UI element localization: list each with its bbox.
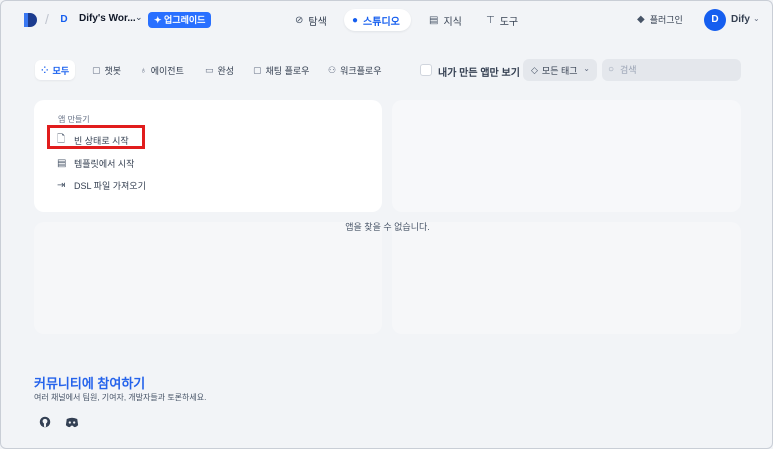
tag-select[interactable]: ◇ 모든 태그 ⌄	[523, 59, 597, 81]
chevron-down-icon[interactable]: ⌄	[753, 14, 760, 23]
agent-icon: ♁	[140, 65, 147, 75]
tab-chatflow-label: 채팅 플로우	[265, 65, 310, 76]
breadcrumb-separator: /	[45, 11, 49, 27]
tab-chatbot-label: 챗봇	[104, 65, 122, 76]
hammer-icon: ⊤	[486, 14, 495, 26]
workspace-name[interactable]: Dify's Wor...	[79, 13, 136, 24]
user-name[interactable]: Dify	[731, 14, 750, 25]
nav-explore[interactable]: ⊘ 탐색	[287, 9, 335, 31]
user-avatar[interactable]: D	[704, 9, 726, 31]
github-icon[interactable]	[39, 416, 51, 428]
import-dsl-label: DSL 파일 가져오기	[74, 181, 146, 191]
tab-chatflow[interactable]: ▢ 채팅 플로우	[247, 60, 315, 80]
top-header: / D Dify's Wor... ⌄ ✦ 업그레이드 ⊘ 탐색 ● 스튜디오 …	[1, 1, 772, 39]
template-icon: ▤	[57, 158, 67, 169]
plugins-button[interactable]: ◆ 플러그인	[637, 13, 683, 26]
tab-agent[interactable]: ♁ 에이전트	[134, 60, 190, 80]
book-icon: ▤	[429, 14, 439, 26]
create-app-title: 앱 만들기	[58, 115, 90, 124]
tab-workflow-label: 워크플로우	[340, 65, 382, 76]
tab-all-label: 모두	[52, 65, 70, 76]
discord-icon[interactable]	[65, 417, 79, 428]
nav-knowledge-label: 지식	[443, 16, 462, 28]
workflow-icon: ⚇	[328, 64, 337, 75]
sparkle-icon: ✦	[154, 15, 165, 25]
search-input[interactable]	[602, 59, 741, 81]
community-description: 여러 채널에서 팀원, 기여자, 개발자들과 토론하세요.	[34, 393, 207, 402]
tab-completion[interactable]: ▭ 완성	[199, 60, 240, 80]
app-frame: / D Dify's Wor... ⌄ ✦ 업그레이드 ⊘ 탐색 ● 스튜디오 …	[0, 0, 773, 449]
nav-knowledge[interactable]: ▤ 지식	[421, 9, 470, 31]
cube-icon: ◆	[637, 14, 645, 25]
chevron-down-icon: ⌄	[583, 64, 590, 73]
chatflow-icon: ▢	[253, 64, 262, 75]
tag-select-label: 모든 태그	[541, 65, 578, 76]
nav-studio-label: 스튜디오	[363, 16, 400, 28]
tab-agent-label: 에이전트	[150, 65, 184, 76]
empty-state-text: 앱을 찾을 수 없습니다.	[345, 222, 430, 232]
community-title: 커뮤니티에 참여하기	[34, 376, 146, 391]
tab-all[interactable]: ⁘ 모두	[35, 60, 76, 80]
workspace-avatar[interactable]: D	[57, 13, 71, 27]
placeholder-card	[34, 222, 382, 334]
upgrade-label: 업그레이드	[164, 15, 206, 25]
tab-workflow[interactable]: ⚇ 워크플로우	[322, 60, 387, 80]
nav-studio[interactable]: ● 스튜디오	[344, 9, 411, 31]
import-icon: ⇥	[57, 180, 66, 191]
placeholder-card	[392, 222, 741, 334]
create-template-label: 템플릿에서 시작	[74, 159, 135, 169]
placeholder-card	[392, 100, 741, 212]
plugins-label: 플러그인	[649, 15, 683, 25]
search-icon: ○	[608, 64, 615, 75]
upgrade-button[interactable]: ✦ 업그레이드	[148, 12, 212, 28]
import-dsl-button[interactable]: ⇥ DSL 파일 가져오기	[57, 179, 146, 192]
chevron-down-icon[interactable]: ⌄	[135, 12, 143, 23]
nav-explore-label: 탐색	[308, 16, 327, 28]
nav-tools-label: 도구	[499, 16, 519, 28]
tag-icon: ◇	[531, 64, 538, 75]
compass-icon: ⊘	[295, 14, 304, 26]
grid-icon: ⁘	[41, 64, 49, 75]
tab-chatbot[interactable]: ▢ 챗봇	[86, 60, 127, 80]
nav-tools[interactable]: ⊤ 도구	[478, 9, 526, 31]
my-apps-checkbox[interactable]	[420, 64, 432, 76]
create-from-template-button[interactable]: ▤ 템플릿에서 시작	[57, 157, 134, 170]
my-apps-label[interactable]: 내가 만든 앱만 보기	[438, 64, 520, 79]
robot-icon: ●	[352, 14, 359, 26]
highlight-box	[47, 125, 145, 149]
tab-completion-label: 완성	[217, 65, 235, 76]
dify-logo-icon[interactable]	[23, 12, 37, 28]
chat-bubble-icon: ▢	[92, 64, 101, 75]
document-icon: ▭	[205, 64, 214, 75]
